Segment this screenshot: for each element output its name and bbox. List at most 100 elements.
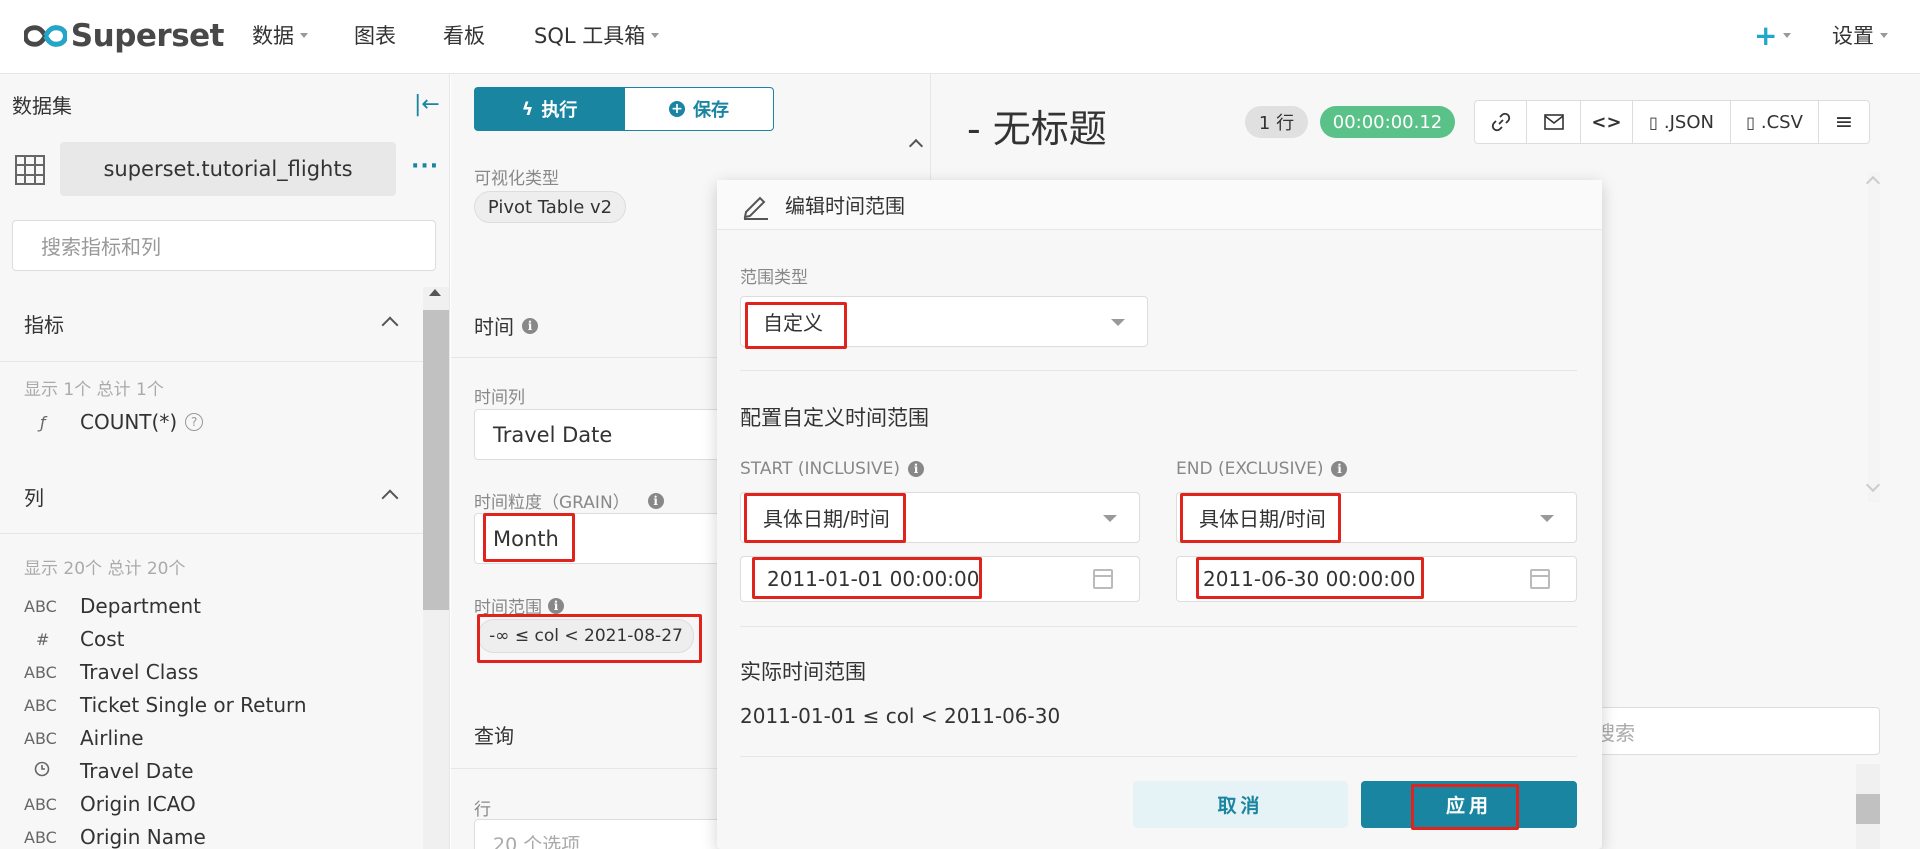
export-csv-button[interactable]: ▯ .CSV [1731, 101, 1819, 143]
time-grain-label-row: 时间粒度（GRAIN） i [474, 488, 664, 513]
link-icon [1491, 112, 1510, 132]
run-button-label: 执行 [541, 100, 578, 121]
settings-menu[interactable]: 设置 [1832, 20, 1888, 50]
info-icon: i [1331, 461, 1348, 477]
logo-text: Superset [70, 18, 225, 54]
end-datetime-input[interactable]: 2011-06-30 00:00:00 [1176, 556, 1577, 602]
actual-range-title: 实际时间范围 [740, 660, 866, 684]
columns-section-header[interactable]: 列 [0, 460, 420, 534]
chart-scrollbar[interactable] [1868, 172, 1880, 502]
end-datetime-value: 2011-06-30 00:00:00 [1203, 567, 1416, 591]
scroll-up-arrow-icon[interactable] [429, 289, 441, 296]
chevron-up-icon[interactable] [906, 134, 926, 154]
start-datetime-input[interactable]: 2011-01-01 00:00:00 [740, 556, 1140, 602]
time-column-label: 时间列 [474, 388, 525, 408]
results-search-input[interactable]: 搜索 [1590, 707, 1880, 755]
run-button[interactable]: ϟ 执行 [474, 87, 625, 131]
divider [0, 533, 423, 534]
table-grid-icon [14, 154, 46, 186]
column-name: Travel Date [80, 759, 194, 783]
end-mode-value: 具体日期/时间 [1199, 507, 1326, 531]
actual-range-value: 2011-01-01 ≤ col < 2011-06-30 [740, 704, 1061, 728]
time-range-filter[interactable]: -∞ ≤ col < 2021-08-27 [478, 619, 694, 653]
scrollbar-thumb[interactable] [423, 310, 449, 610]
nav-sql-lab[interactable]: SQL 工具箱 [534, 20, 660, 50]
share-email-button[interactable] [1527, 101, 1581, 143]
dataset-panel: 数据集 |← superset.tutorial_flights ··· 搜索指… [0, 74, 450, 849]
metrics-title: 指标 [24, 313, 64, 337]
time-column-select[interactable]: Travel Date [474, 409, 734, 460]
column-name: Travel Class [80, 660, 199, 684]
nav-data[interactable]: 数据 [252, 20, 308, 50]
calendar-icon [1530, 569, 1550, 589]
info-icon: i [647, 492, 664, 509]
metric-name: COUNT(*) [80, 410, 178, 434]
nav-charts[interactable]: 图表 [354, 20, 396, 50]
infinity-logo-icon [24, 25, 67, 47]
help-icon: ? [185, 413, 204, 431]
column-item[interactable]: # Cost [24, 624, 124, 654]
apply-button[interactable]: 应用 [1361, 781, 1577, 828]
save-button[interactable]: + 保存 [624, 87, 774, 131]
column-item[interactable]: ABC Travel Class [24, 657, 198, 687]
row-count-badge: 1 行 [1245, 106, 1308, 138]
time-grain-select[interactable]: Month [474, 513, 734, 564]
column-name: Airline [80, 726, 144, 750]
nav-dashboards[interactable]: 看板 [443, 20, 485, 50]
chevron-down-icon [651, 32, 660, 38]
chevron-down-icon [300, 32, 308, 38]
columns-title: 列 [24, 486, 44, 510]
start-mode-select[interactable]: 具体日期/时间 [740, 492, 1140, 543]
embed-code-button[interactable]: <> [1581, 101, 1633, 143]
nav-data-label: 数据 [252, 24, 294, 48]
time-range-label-row: 时间范围 i [474, 593, 564, 618]
string-type-icon: ABC [24, 662, 57, 682]
end-label: END (EXCLUSIVE) [1176, 459, 1324, 479]
columns-count: 显示 20个 总计 20个 [24, 559, 186, 579]
export-json-button[interactable]: ▯ .JSON [1633, 101, 1731, 143]
top-navbar: Superset 数据 图表 看板 SQL 工具箱 + 设置 [0, 0, 1920, 74]
range-type-select[interactable]: 自定义 [740, 296, 1148, 347]
hamburger-icon: ≡ [1834, 109, 1854, 135]
viz-type-label: 可视化类型 [474, 169, 559, 189]
chevron-up-icon [381, 489, 399, 507]
file-icon: ▯ [1746, 112, 1755, 132]
viz-type-selector[interactable]: Pivot Table v2 [474, 191, 626, 223]
superset-logo[interactable]: Superset [24, 16, 225, 56]
query-duration-badge: 00:00:00.12 [1320, 106, 1455, 138]
collapse-panel-icon[interactable]: |← [414, 92, 440, 117]
cancel-button[interactable]: 取消 [1133, 781, 1348, 828]
chevron-down-icon [1103, 514, 1117, 522]
metrics-section-header[interactable]: 指标 [0, 287, 420, 361]
metrics-count: 显示 1个 总计 1个 [24, 380, 164, 400]
chart-title[interactable]: - 无标题 [967, 98, 1107, 153]
time-section-header[interactable]: 时间 i [474, 311, 538, 340]
more-options-icon[interactable]: ··· [411, 154, 439, 179]
results-scrollbar-thumb[interactable] [1856, 794, 1880, 824]
info-icon: i [522, 317, 538, 334]
column-item[interactable]: ABC Airline [24, 723, 144, 753]
dataset-selector[interactable]: superset.tutorial_flights [60, 142, 396, 196]
string-type-icon: ABC [24, 794, 57, 814]
rows-select[interactable]: 20 个选项 [474, 819, 734, 849]
numeric-type-icon: # [36, 629, 50, 649]
file-icon: ▯ [1649, 112, 1658, 132]
copy-link-button[interactable] [1475, 101, 1527, 143]
column-item[interactable]: ABC Origin ICAO [24, 789, 196, 819]
function-icon: ƒ [40, 412, 46, 432]
search-metrics-columns-input[interactable]: 搜索指标和列 [12, 220, 436, 271]
metric-item[interactable]: ƒ COUNT(*) ? [24, 407, 204, 437]
column-item[interactable]: ABC Ticket Single or Return [24, 690, 307, 720]
custom-range-title: 配置自定义时间范围 [740, 406, 929, 430]
column-item[interactable]: Travel Date [24, 756, 194, 786]
end-label-row: END (EXCLUSIVE) i [1176, 459, 1348, 479]
end-mode-select[interactable]: 具体日期/时间 [1176, 492, 1577, 543]
column-name: Cost [80, 627, 125, 651]
more-menu-button[interactable]: ≡ [1819, 101, 1869, 143]
column-item[interactable]: ABC Department [24, 591, 201, 621]
save-button-label: 保存 [693, 100, 729, 121]
new-menu-button[interactable]: + [1754, 19, 1792, 52]
clock-icon [24, 761, 80, 781]
nav-sql-label: SQL 工具箱 [534, 24, 646, 48]
column-item[interactable]: ABC Origin Name [24, 822, 206, 849]
